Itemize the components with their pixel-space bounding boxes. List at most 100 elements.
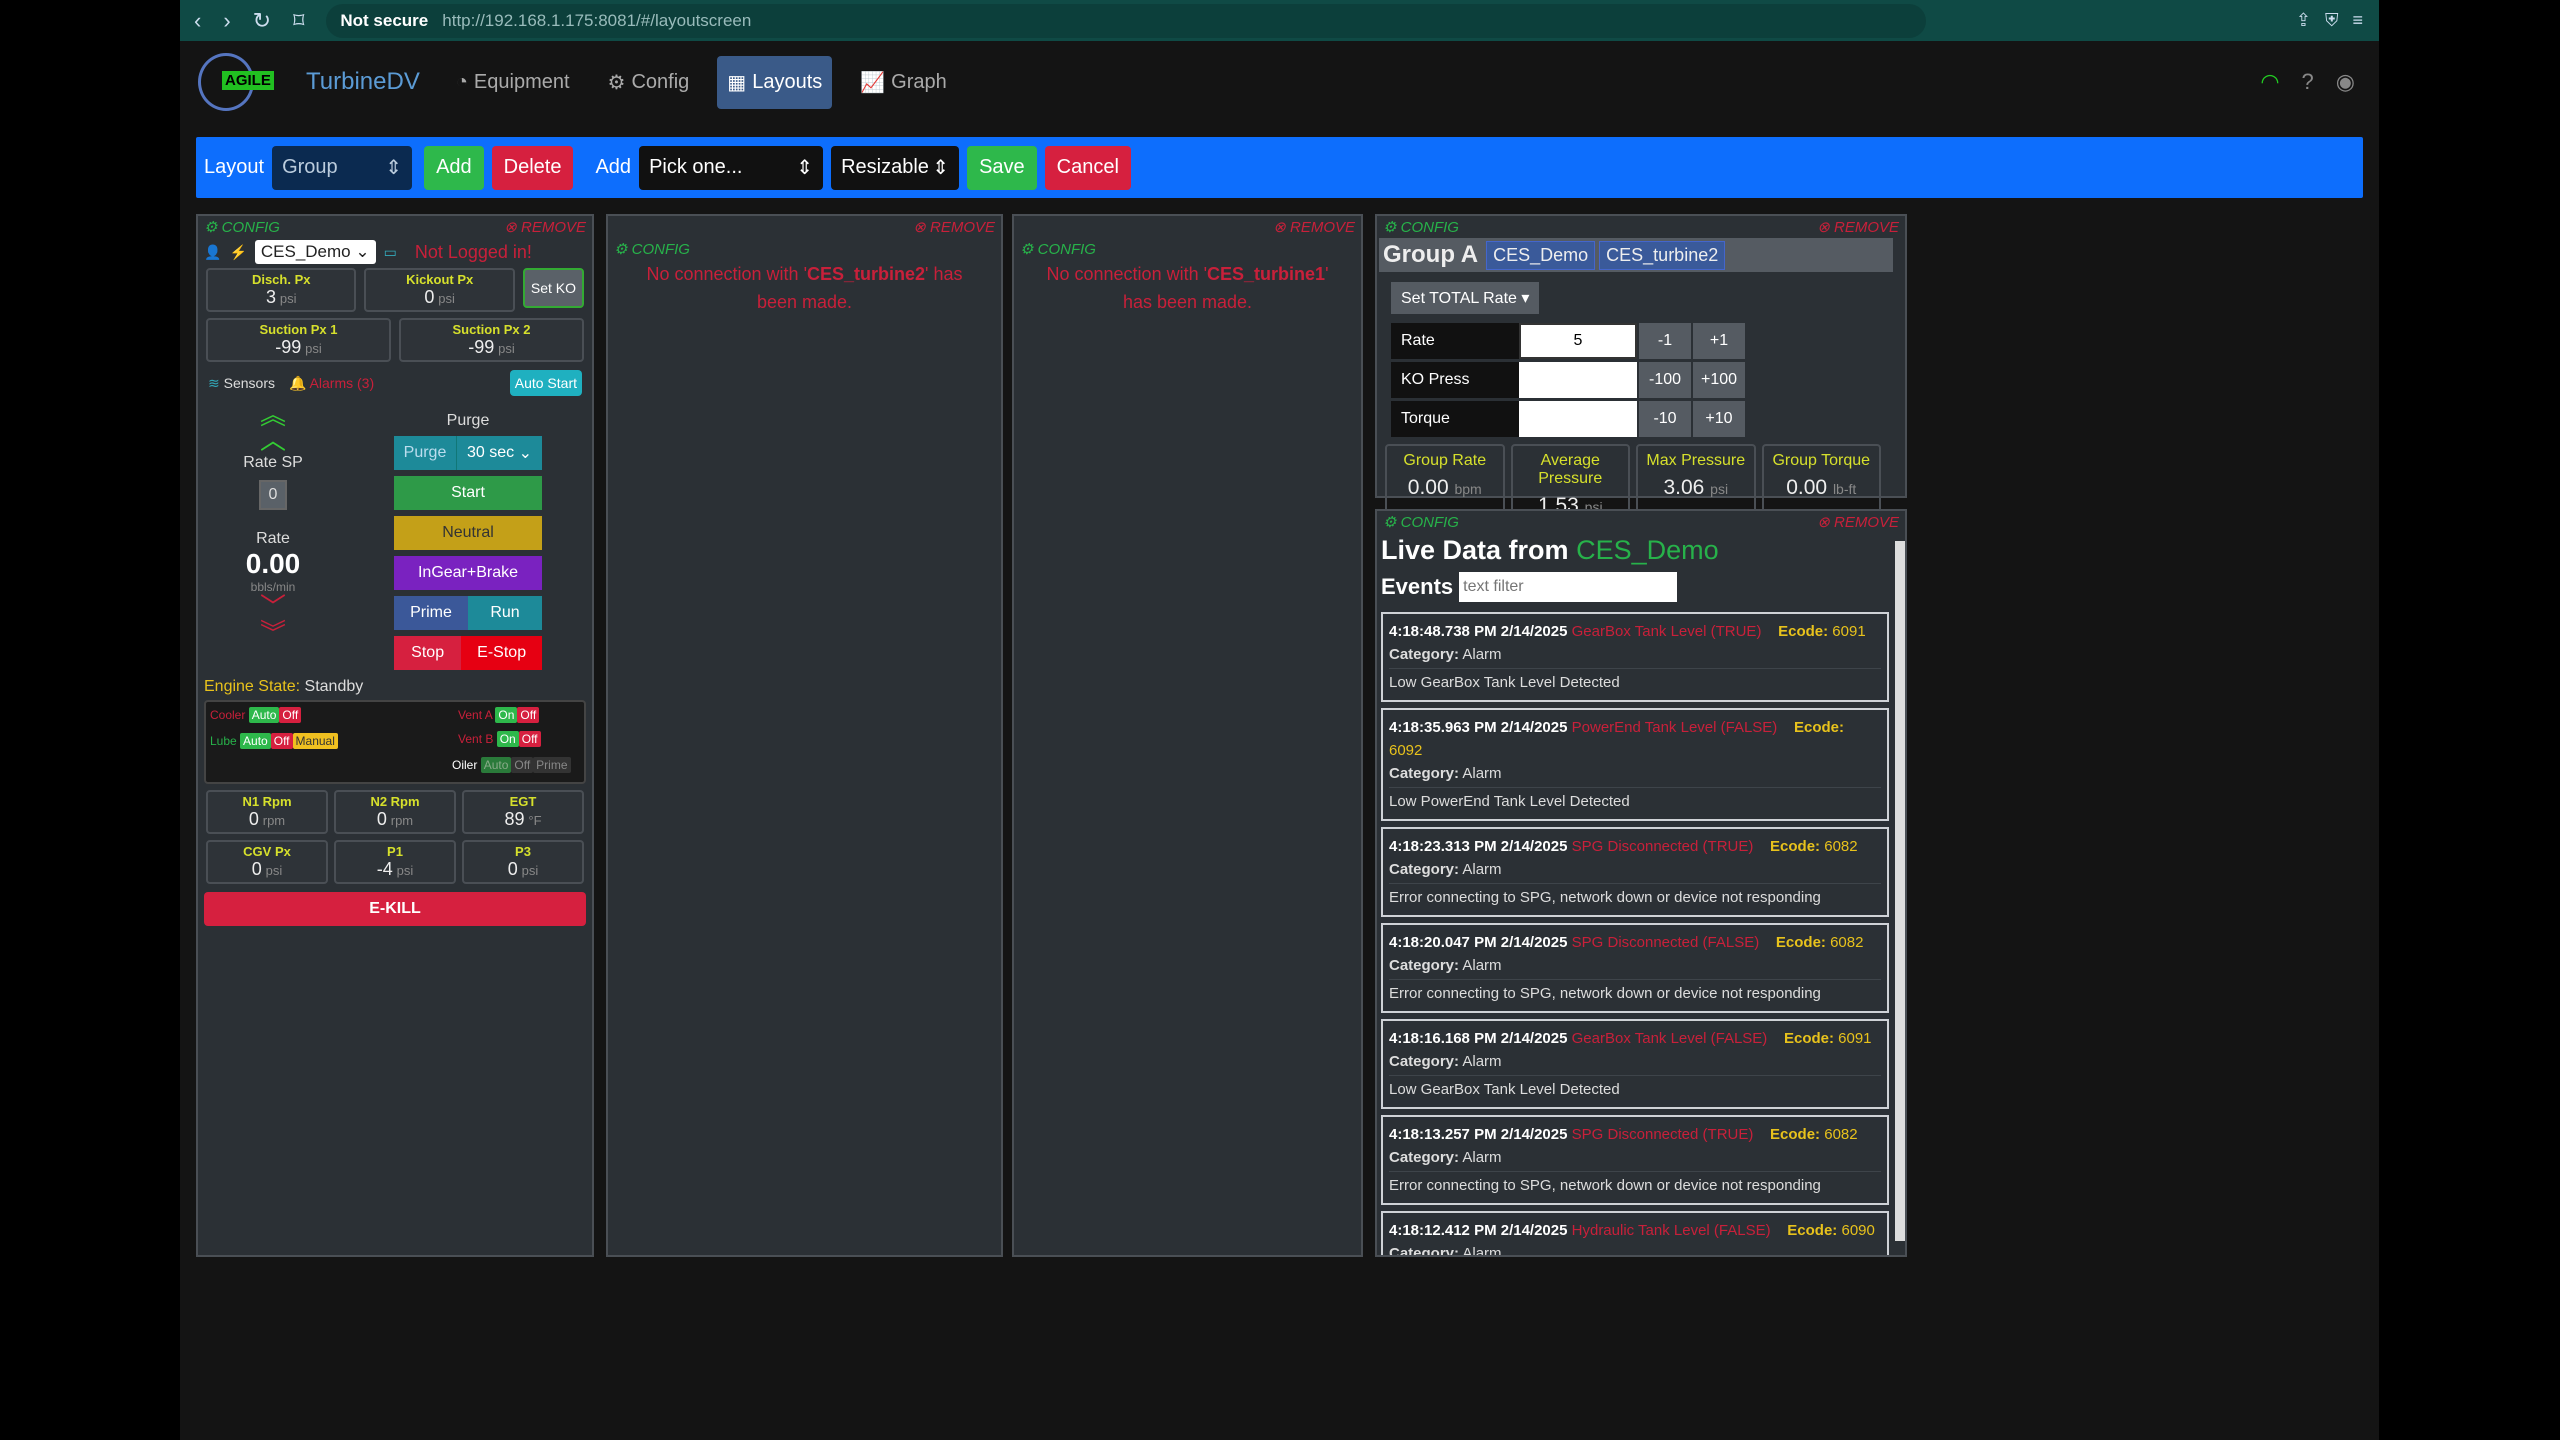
bolt-icon: ⚡: [229, 244, 246, 261]
torque-plus-button[interactable]: +10: [1693, 401, 1745, 437]
rate-minus-button[interactable]: -1: [1639, 323, 1691, 359]
ecode-value: 6082: [1824, 1126, 1857, 1143]
start-button[interactable]: Start: [394, 476, 542, 510]
oiler-auto[interactable]: Auto: [481, 757, 512, 773]
torque-input[interactable]: [1519, 401, 1637, 437]
rate-up-icon[interactable]: ︿: [198, 426, 348, 454]
lube-manual[interactable]: Manual: [293, 733, 338, 749]
vent-b-off[interactable]: Off: [519, 731, 541, 747]
cooler-off[interactable]: Off: [279, 707, 301, 723]
back-icon[interactable]: ‹: [194, 8, 201, 34]
cooler-auto[interactable]: Auto: [249, 707, 280, 723]
ingear-brake-button[interactable]: InGear+Brake: [394, 556, 542, 590]
rate-down-fast-icon[interactable]: ︾: [198, 620, 348, 646]
oiler-off[interactable]: Off: [511, 757, 533, 773]
rate-down-icon[interactable]: ﹀: [198, 594, 348, 620]
layout-label: Layout: [204, 156, 264, 179]
ko-plus-button[interactable]: +100: [1693, 362, 1745, 398]
remove-button[interactable]: ⊗ REMOVE: [1817, 513, 1899, 531]
event-name: GearBox Tank Level (FALSE): [1572, 1030, 1768, 1047]
stop-button[interactable]: Stop: [394, 636, 461, 670]
share-icon[interactable]: ⇪: [2296, 10, 2311, 31]
group-member-badge[interactable]: CES_Demo: [1486, 241, 1595, 270]
vent-b-on[interactable]: On: [497, 731, 519, 747]
gauge-label: EGT: [466, 794, 580, 809]
cancel-button[interactable]: Cancel: [1045, 146, 1131, 190]
category-label: Category:: [1389, 1149, 1459, 1166]
e-stop-button[interactable]: E-Stop: [461, 636, 542, 670]
prime-button[interactable]: Prime: [394, 596, 468, 630]
purge-time-select[interactable]: 30 sec ⌄: [456, 436, 542, 470]
gauge-unit: psi: [522, 863, 539, 878]
oiler-prime[interactable]: Prime: [533, 757, 570, 773]
group-member-badge[interactable]: CES_turbine2: [1599, 241, 1725, 270]
rate-up-fast-icon[interactable]: ︽: [198, 404, 348, 426]
suction-px2-gauge: Suction Px 2-99 psi: [399, 318, 584, 362]
vent-a-off[interactable]: Off: [517, 707, 539, 723]
forward-icon[interactable]: ›: [223, 8, 230, 34]
bookmark-icon[interactable]: ⌑: [293, 8, 304, 34]
config-button[interactable]: ⚙ CONFIG: [1020, 240, 1096, 258]
e-kill-button[interactable]: E-KILL: [204, 892, 586, 926]
delete-layout-button[interactable]: Delete: [492, 146, 574, 190]
set-total-rate-dropdown[interactable]: Set TOTAL Rate ▾: [1391, 282, 1539, 314]
device-select[interactable]: CES_Demo ⌄: [255, 240, 376, 264]
config-button[interactable]: ⚙ CONFIG: [204, 218, 280, 236]
remove-button[interactable]: ⊗ REMOVE: [913, 218, 995, 236]
nav-layouts[interactable]: ▦Layouts: [717, 56, 832, 109]
help-icon[interactable]: ?: [2302, 69, 2314, 95]
nav-graph[interactable]: 📈Graph: [850, 56, 957, 109]
nav-config[interactable]: ⚙Config: [598, 56, 700, 109]
reload-icon[interactable]: ↻: [253, 8, 271, 34]
engine-gauge: N2 Rpm0 rpm: [334, 790, 456, 834]
ko-minus-button[interactable]: -100: [1639, 362, 1691, 398]
engine-state-value: Standby: [305, 678, 364, 695]
config-button[interactable]: ⚙ CONFIG: [614, 240, 690, 258]
rate-plus-button[interactable]: +1: [1693, 323, 1745, 359]
rate-input[interactable]: 5: [1519, 323, 1637, 359]
window-icon[interactable]: ▭: [384, 244, 397, 261]
shield-icon[interactable]: ⛨: [2325, 10, 2339, 31]
layout-select[interactable]: Group⇕: [272, 146, 412, 190]
url-text[interactable]: http://192.168.1.175:8081/#/layoutscreen: [442, 11, 751, 31]
chart-icon: 📈: [860, 70, 885, 95]
vent-a-on[interactable]: On: [495, 707, 517, 723]
config-button[interactable]: ⚙ CONFIG: [1383, 218, 1459, 236]
nav-equipment[interactable]: ◔Equipment: [446, 57, 580, 108]
remove-button[interactable]: ⊗ REMOVE: [1817, 218, 1899, 236]
widget-select[interactable]: Pick one...⇕: [639, 146, 823, 190]
stat-value: 3.06: [1663, 476, 1704, 499]
save-button[interactable]: Save: [967, 146, 1037, 190]
set-ko-button[interactable]: Set KO: [523, 268, 584, 308]
resize-select[interactable]: Resizable⇕: [831, 146, 959, 190]
ko-press-input[interactable]: [1519, 362, 1637, 398]
purge-button[interactable]: Purge: [394, 436, 456, 470]
rate-sp-value[interactable]: 0: [259, 480, 288, 510]
sensors-tab[interactable]: ≋ Sensors: [208, 375, 275, 392]
alarms-tab[interactable]: 🔔 Alarms (3): [289, 375, 374, 392]
gauge-unit: psi: [266, 863, 283, 878]
purge-title: Purge: [394, 404, 542, 436]
auto-start-button[interactable]: Auto Start: [510, 370, 582, 396]
config-button[interactable]: ⚙ CONFIG: [1383, 513, 1459, 531]
event-item: 4:18:20.047 PM 2/14/2025 SPG Disconnecte…: [1381, 923, 1889, 1013]
event-item: 4:18:16.168 PM 2/14/2025 GearBox Tank Le…: [1381, 1019, 1889, 1109]
scrollbar[interactable]: [1895, 541, 1905, 1241]
remove-button[interactable]: ⊗ REMOVE: [504, 218, 586, 236]
ecode-label: Ecode:: [1778, 623, 1828, 640]
address-bar[interactable]: Not secure http://192.168.1.175:8081/#/l…: [326, 4, 1926, 38]
remove-button[interactable]: ⊗ REMOVE: [1273, 218, 1355, 236]
neutral-button[interactable]: Neutral: [394, 516, 542, 550]
lube-off[interactable]: Off: [271, 733, 293, 749]
run-button[interactable]: Run: [468, 596, 542, 630]
gauge-label: P3: [466, 844, 580, 859]
brand-name[interactable]: TurbineDV: [306, 68, 420, 96]
add-layout-button[interactable]: Add: [424, 146, 484, 190]
lube-auto[interactable]: Auto: [240, 733, 271, 749]
event-timestamp: 4:18:35.963 PM 2/14/2025: [1389, 719, 1567, 736]
group-title: Group A: [1383, 241, 1478, 269]
torque-minus-button[interactable]: -10: [1639, 401, 1691, 437]
events-filter-input[interactable]: [1459, 572, 1677, 602]
user-icon[interactable]: ◉: [2336, 69, 2355, 95]
menu-icon[interactable]: ≡: [2352, 10, 2363, 31]
